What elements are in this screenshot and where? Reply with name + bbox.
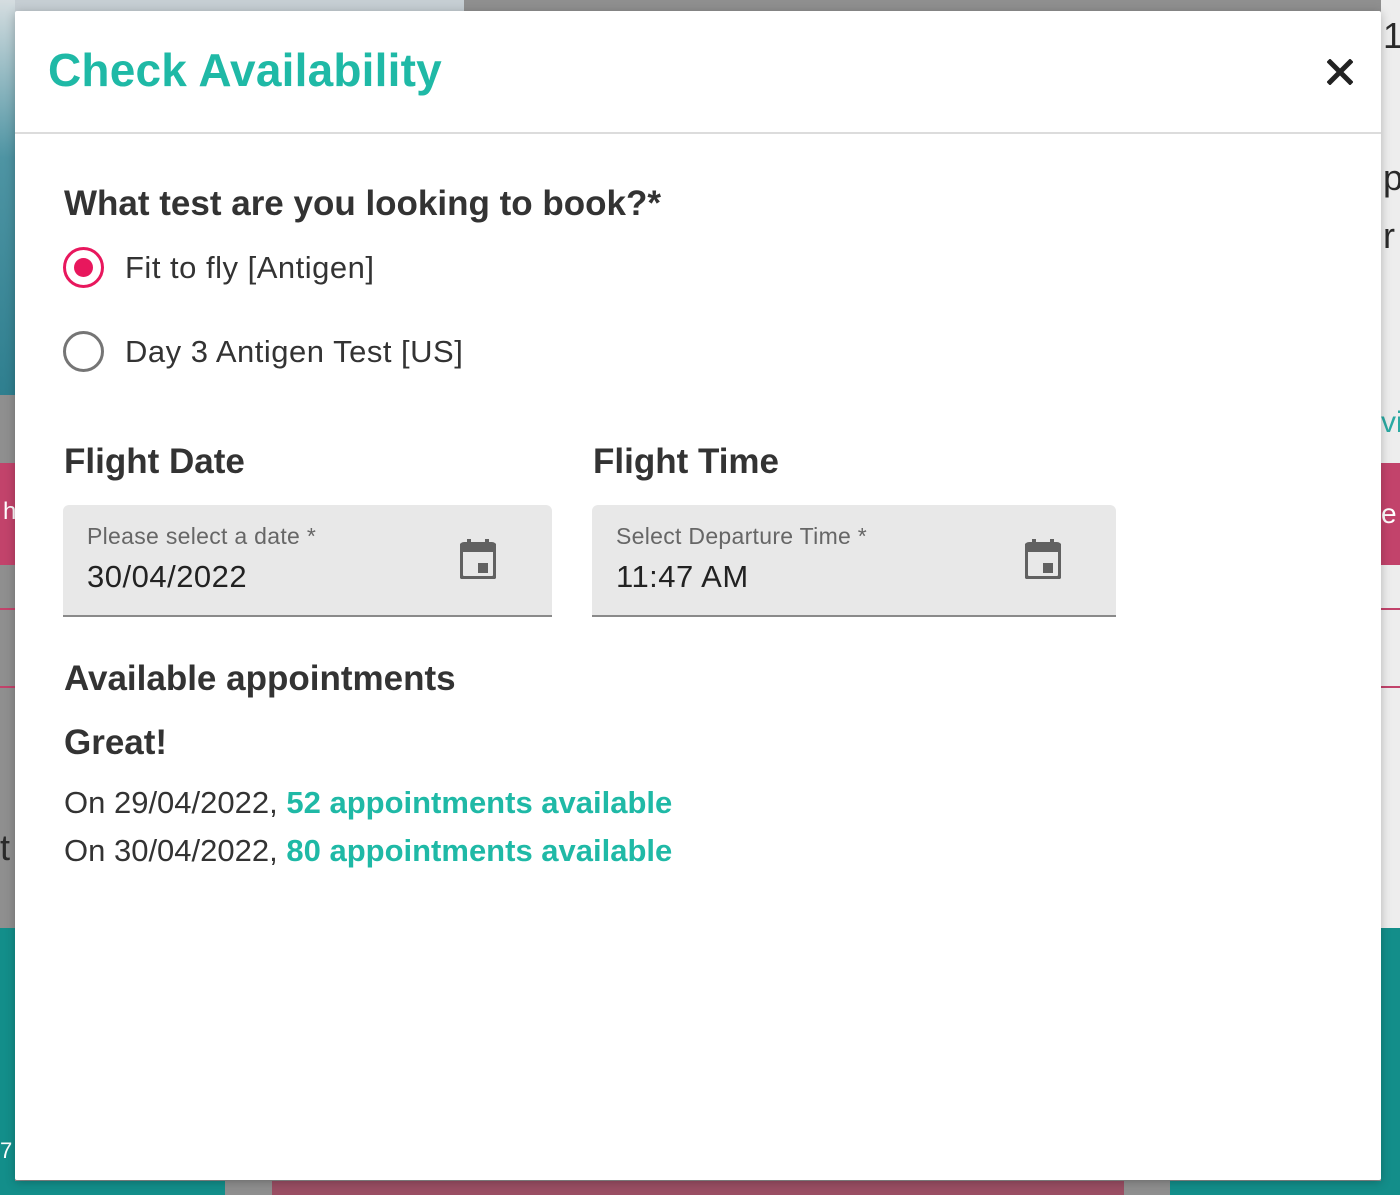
- radio-option-day-3-antigen[interactable]: Day 3 Antigen Test [US]: [63, 331, 463, 372]
- appointment-date: On 29/04/2022,: [64, 785, 278, 820]
- background-divider: [1381, 608, 1400, 610]
- calendar-icon[interactable]: [1025, 539, 1061, 579]
- check-availability-dialog: Check Availability What test are you loo…: [15, 11, 1381, 1180]
- radio-button-unchecked[interactable]: [63, 331, 104, 372]
- radio-option-label: Fit to fly [Antigen]: [125, 249, 375, 285]
- background-divider: [0, 686, 15, 688]
- background-text: p: [1383, 157, 1400, 198]
- available-appointments-heading: Available appointments: [64, 659, 456, 698]
- radio-option-label: Day 3 Antigen Test [US]: [125, 333, 464, 369]
- background-button-text: e: [1381, 498, 1397, 529]
- background-photo-edge: [0, 0, 15, 395]
- background-divider: [0, 608, 15, 610]
- test-type-question: What test are you looking to book?*: [64, 184, 661, 223]
- background-teal-footer: [1170, 1181, 1400, 1195]
- background-link-text: vi: [1381, 406, 1400, 439]
- flight-date-heading: Flight Date: [64, 442, 245, 481]
- appointment-row: On 29/04/2022, 52 appointments available: [64, 785, 672, 821]
- radio-option-fit-to-fly[interactable]: Fit to fly [Antigen]: [63, 247, 375, 288]
- appointment-count-link[interactable]: 80 appointments available: [286, 833, 672, 868]
- appointment-row: On 30/04/2022, 80 appointments available: [64, 833, 672, 869]
- dialog-header: Check Availability: [15, 11, 1381, 134]
- background-text: t: [0, 827, 11, 868]
- flight-date-value: 30/04/2022: [87, 559, 248, 594]
- availability-status: Great!: [64, 723, 168, 762]
- background-text: r: [1383, 215, 1395, 256]
- close-icon: [1327, 59, 1353, 85]
- background-text: 7: [0, 1138, 13, 1163]
- background-teal-band-right: [1381, 928, 1400, 1188]
- flight-time-heading: Flight Time: [593, 442, 780, 481]
- flight-time-label: Select Departure Time *: [616, 523, 868, 549]
- background-teal-footer: [0, 1181, 225, 1195]
- flight-date-field[interactable]: Please select a date * 30/04/2022: [63, 505, 552, 617]
- radio-button-checked[interactable]: [63, 247, 104, 288]
- dialog-title: Check Availability: [48, 44, 442, 96]
- flight-time-field[interactable]: Select Departure Time * 11:47 AM: [592, 505, 1116, 617]
- flight-time-value: 11:47 AM: [616, 559, 749, 594]
- appointment-date: On 30/04/2022,: [64, 833, 278, 868]
- appointment-count-link[interactable]: 52 appointments available: [286, 785, 672, 820]
- calendar-icon[interactable]: [460, 539, 496, 579]
- background-divider: [1381, 686, 1400, 688]
- close-button[interactable]: [1321, 53, 1359, 91]
- flight-date-label: Please select a date *: [87, 523, 317, 549]
- background-bottom-bar: [272, 1181, 1124, 1195]
- background-text: 1: [1383, 15, 1400, 56]
